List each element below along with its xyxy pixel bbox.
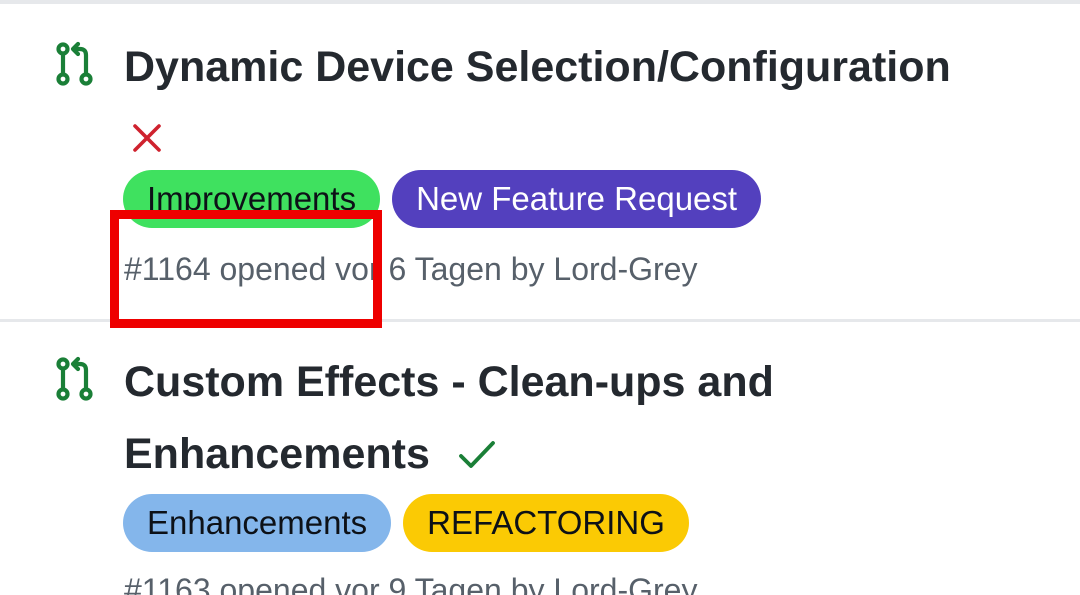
label-list: Enhancements REFACTORING: [123, 494, 689, 552]
git-pull-request-icon: [52, 356, 98, 402]
check-icon[interactable]: [457, 438, 497, 472]
pull-request-meta: #1163 opened vor 9 Tagen by Lord-Grey: [124, 572, 698, 595]
label-list: Improvements New Feature Request: [123, 170, 762, 228]
x-icon[interactable]: [131, 122, 163, 154]
pull-request-title[interactable]: Dynamic Device Selection/Configuration: [124, 31, 951, 103]
label-new-feature-request[interactable]: New Feature Request: [392, 170, 762, 228]
git-pull-request-icon: [52, 41, 98, 87]
label-enhancements[interactable]: Enhancements: [123, 494, 392, 552]
label-improvements[interactable]: Improvements: [123, 170, 381, 228]
pull-request-title-continued[interactable]: Enhancements: [124, 418, 430, 490]
pull-request-list: Dynamic Device Selection/Configuration I…: [0, 0, 1080, 595]
top-divider: [0, 0, 1080, 4]
pull-request-meta: #1164 opened vor 6 Tagen by Lord-Grey: [124, 251, 698, 287]
list-divider: [0, 319, 1080, 322]
pull-request-title[interactable]: Custom Effects - Clean-ups and: [124, 346, 774, 418]
label-refactoring[interactable]: REFACTORING: [403, 494, 689, 552]
